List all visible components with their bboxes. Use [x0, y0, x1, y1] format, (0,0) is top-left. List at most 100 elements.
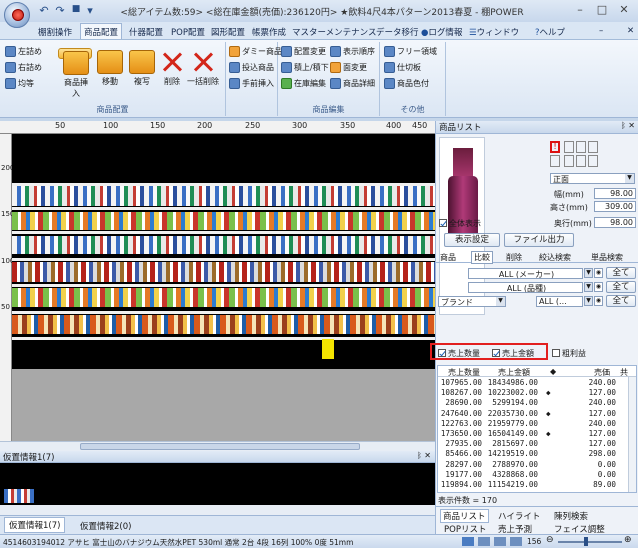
table-row[interactable]: 28297.002788970.000.0049 [438, 460, 636, 470]
bulk-delete-button[interactable]: 一括削除 [186, 48, 220, 94]
file-output-button[interactable]: ファイル出力 [504, 233, 574, 247]
drop-in-product-button[interactable]: 投込商品 [229, 62, 274, 73]
maker-all-button[interactable]: 全て [606, 267, 636, 279]
table-row[interactable]: 107965.0018434986.00240.0049 [438, 378, 636, 388]
face-change-button[interactable]: 面変更 [330, 62, 367, 73]
mdi-close[interactable]: ✕ [624, 24, 637, 40]
menu-window[interactable]: ☰ウィンドウ [466, 24, 522, 40]
brand-all-button[interactable]: 全て [606, 295, 636, 307]
planogram-canvas[interactable] [12, 134, 435, 369]
table-row[interactable]: 19177.004328868.000.0049 [438, 470, 636, 480]
display-settings-button[interactable]: 表示設定 [444, 233, 500, 247]
brand-value-select[interactable]: ALL (... [536, 296, 583, 307]
tab-highlight[interactable]: ハイライト [498, 510, 540, 522]
table-row[interactable]: 119894.0011154219.0089.0049 [438, 480, 636, 490]
product-row[interactable] [12, 236, 435, 254]
category-select[interactable]: ALL (品種) [468, 282, 583, 293]
menu-help[interactable]: ?ヘルプ [532, 24, 568, 40]
layout-change-button[interactable]: 配置変更 [281, 46, 326, 57]
table-row[interactable]: 173650.0016504149.00◆127.0049 [438, 429, 636, 439]
tab-temp-info-1[interactable]: 仮置情報1(7) [4, 517, 66, 533]
face-cell[interactable] [564, 141, 574, 153]
face-cell[interactable] [588, 155, 598, 167]
panel-pin-close[interactable]: ᛒ ✕ [621, 121, 635, 130]
tab-deleted[interactable]: 削除 [506, 252, 522, 263]
temp-product[interactable] [4, 489, 34, 503]
tab-item-search[interactable]: 単品検索 [591, 252, 623, 263]
tab-pop-placement[interactable]: POP配置 [168, 24, 208, 40]
temp-horizontal-scrollbar[interactable] [0, 505, 435, 515]
product-row[interactable] [12, 212, 435, 230]
selected-product[interactable] [322, 339, 334, 359]
product-row[interactable] [12, 262, 435, 282]
face-select[interactable]: 正面 ▼ [550, 173, 635, 184]
chevron-down-icon[interactable]: ▼ [584, 268, 593, 278]
product-row[interactable] [12, 186, 435, 206]
temp-info-pin-close[interactable]: ᛒ ✕ [417, 451, 431, 460]
insert-product-button[interactable]: 商品挿入 [58, 48, 92, 98]
category-all-button[interactable]: 全て [606, 281, 636, 293]
tab-narrow-search[interactable]: 絞込検索 [539, 252, 571, 263]
face-cell[interactable] [564, 155, 574, 167]
tab-data-migration[interactable]: データ移行 [373, 24, 422, 40]
tab-compare[interactable]: 比較 [471, 251, 493, 264]
right-justify-button[interactable]: 右詰め [5, 62, 42, 73]
canvas-horizontal-scrollbar[interactable] [0, 441, 435, 451]
face-cell[interactable] [550, 155, 560, 167]
zoom-slider-thumb[interactable] [584, 537, 588, 546]
face-cell[interactable] [588, 141, 598, 153]
col-common[interactable]: 共 [620, 367, 628, 378]
display-order-button[interactable]: 表示順序 [330, 46, 375, 57]
dummy-product-button[interactable]: ダミー商品 [229, 46, 282, 57]
move-button[interactable]: 移動 [93, 48, 127, 94]
view-mode-icon[interactable] [462, 537, 474, 546]
tab-product-list[interactable]: 商品リスト [440, 509, 489, 523]
zoom-slider[interactable] [558, 541, 622, 543]
tab-product-placement[interactable]: 商品配置 [80, 23, 123, 39]
gross-profit-checkbox[interactable]: 粗利益 [552, 348, 586, 359]
sales-amount-checkbox[interactable]: 売上金額 [492, 348, 534, 359]
table-row[interactable]: 28690.005299194.00240.0049 [438, 398, 636, 408]
zoom-in-icon[interactable]: ⊕ [624, 535, 632, 545]
zoom-out-icon[interactable]: ⊖ [546, 535, 554, 545]
table-row[interactable]: 122763.0021959779.00240.0049 [438, 419, 636, 429]
maker-select[interactable]: ALL (メーカー) [468, 268, 583, 279]
radio-icon[interactable]: ◉ [594, 296, 603, 306]
brand-select[interactable]: ブランド ▼ [438, 296, 506, 307]
face-cell[interactable] [576, 155, 586, 167]
app-menu-orb[interactable] [4, 2, 30, 28]
tab-master-maintenance[interactable]: マスターメンテナンス [289, 24, 380, 40]
col-flag[interactable]: ◆ [550, 367, 556, 376]
face-cell[interactable] [576, 141, 586, 153]
product-row[interactable] [12, 288, 435, 307]
tab-display-search[interactable]: 陳列検索 [554, 510, 588, 522]
table-row[interactable]: 108267.0010223002.00◆127.0049 [438, 388, 636, 398]
maximize-button[interactable]: □ [592, 3, 612, 17]
temp-placement-area[interactable] [0, 463, 435, 505]
undo-icon[interactable]: ↶ [36, 4, 52, 18]
copy-button[interactable]: 複写 [125, 48, 159, 94]
view-mode-icon[interactable] [494, 537, 506, 546]
tab-fixture-placement[interactable]: 什器配置 [126, 24, 166, 40]
mdi-minimize[interactable]: – [596, 24, 606, 40]
divider-button[interactable]: 仕切板 [384, 62, 421, 73]
minimize-button[interactable]: – [570, 3, 590, 17]
stock-edit-button[interactable]: 在庫編集 [281, 78, 326, 89]
chevron-down-icon[interactable]: ▼ [584, 282, 593, 292]
radio-icon[interactable]: ◉ [594, 282, 603, 292]
table-row[interactable]: 27935.002815697.00127.0049 [438, 439, 636, 449]
col-sales-amount[interactable]: 売上金額 [498, 367, 530, 378]
left-justify-button[interactable]: 左詰め [5, 46, 42, 57]
show-all-checkbox[interactable]: 全体表示 [439, 218, 481, 229]
radio-icon[interactable]: ◉ [594, 268, 603, 278]
tab-temp-info-2[interactable]: 仮置情報2(0) [76, 519, 135, 533]
chevron-down-icon[interactable]: ▼ [584, 296, 593, 306]
close-button[interactable]: ✕ [614, 3, 634, 17]
col-price[interactable]: 売価 [594, 367, 610, 378]
product-detail-button[interactable]: 商品詳細 [330, 78, 375, 89]
tab-shelf-operation[interactable]: 棚割操作 [35, 24, 75, 40]
product-row[interactable] [12, 315, 435, 334]
table-row[interactable]: 85466.0014219519.00298.0049 [438, 449, 636, 459]
stack-button[interactable]: 積上/積下 [281, 62, 329, 73]
sales-qty-checkbox[interactable]: 売上数量 [438, 348, 480, 359]
